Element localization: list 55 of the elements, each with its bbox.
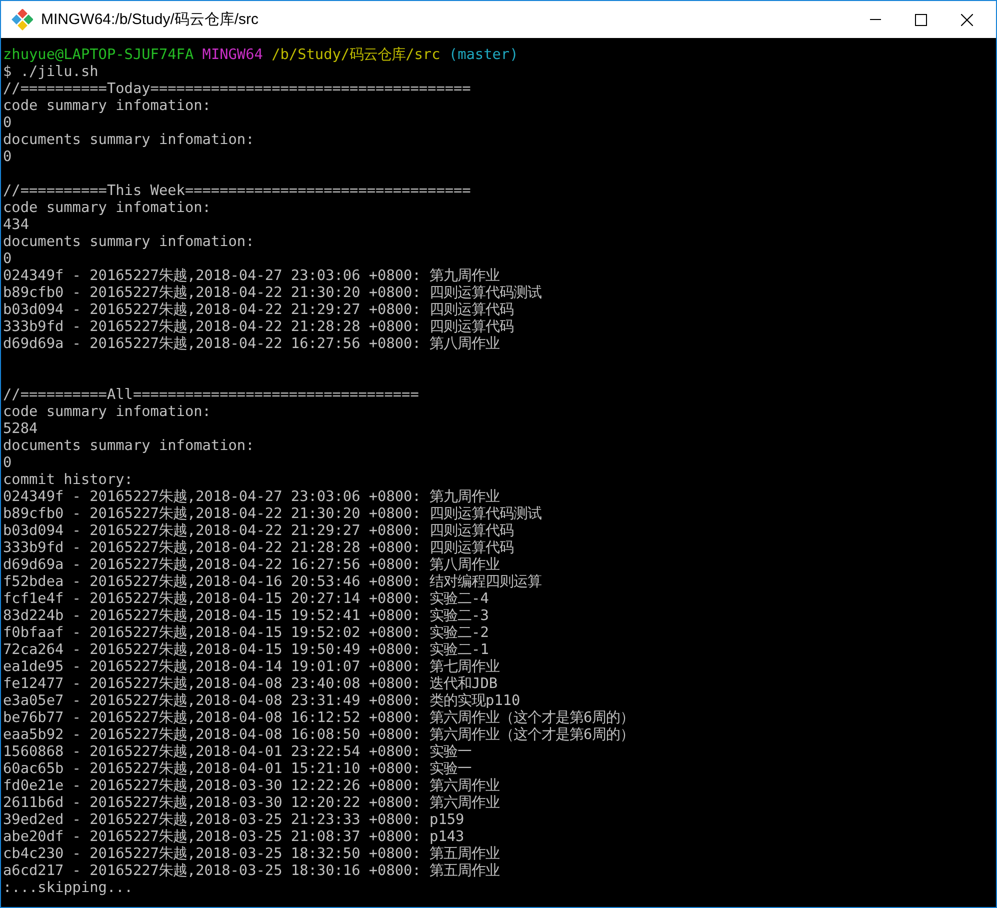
- terminal-line: fe12477 - 20165227朱越,2018-04-08 23:40:08 +0800: 迭代和JDB: [3, 676, 499, 692]
- terminal-line: 024349f - 20165227朱越,2018-04-27 23:03:06 +0800: 第九周作业: [3, 489, 501, 506]
- terminal-line: b89cfb0 - 20165227朱越,2018-04-22 21:30:20 +0800: 四则运算代码测试: [3, 506, 543, 523]
- prompt-branch: (master): [448, 47, 518, 63]
- terminal-line: be76b77 - 20165227朱越,2018-04-08 16:12:52 +0800: 第六周作业（这个才是第6周的）: [3, 710, 636, 726]
- terminal-line: :...skipping...: [3, 880, 134, 897]
- terminal-line: //==========All=================================: [3, 387, 420, 404]
- terminal-line: commit history:: [3, 472, 134, 489]
- terminal-line: b03d094 - 20165227朱越,2018-04-22 21:29:27 +0800: 四则运算代码: [3, 302, 515, 319]
- terminal-line: 333b9fd - 20165227朱越,2018-04-22 21:28:28 +0800: 四则运算代码: [3, 540, 515, 557]
- terminal-line: 434: [3, 217, 30, 234]
- terminal-line: 83d224b - 20165227朱越,2018-04-15 19:52:41 +0800: 实验二-3: [3, 608, 490, 624]
- terminal-line: d69d69a - 20165227朱越,2018-04-22 16:27:56 +0800: 第八周作业: [3, 557, 501, 574]
- terminal-line: code summary infomation:: [3, 404, 212, 421]
- terminal-line: cb4c230 - 20165227朱越,2018-03-25 18:32:50 +0800: 第五周作业: [3, 846, 501, 863]
- terminal-line: 333b9fd - 20165227朱越,2018-04-22 21:28:28 +0800: 四则运算代码: [3, 319, 515, 336]
- terminal-line: code summary infomation:: [3, 98, 212, 115]
- prompt-path: /b/Study/码云仓库/src: [272, 47, 440, 63]
- terminal-line: 0: [3, 455, 13, 472]
- terminal-line: 0: [3, 115, 13, 132]
- terminal-line: b89cfb0 - 20165227朱越,2018-04-22 21:30:20 +0800: 四则运算代码测试: [3, 285, 543, 302]
- terminal-line: documents summary infomation:: [3, 234, 256, 251]
- terminal-line: code summary infomation:: [3, 200, 212, 217]
- app-logo-icon: [11, 8, 33, 30]
- terminal-line: //==========Today=====================================: [3, 81, 472, 98]
- prompt-system: MINGW64: [202, 47, 263, 63]
- terminal-line: abe20df - 20165227朱越,2018-03-25 21:08:37 +0800: p143: [3, 829, 466, 846]
- minimize-icon: [870, 19, 880, 20]
- terminal-line: eaa5b92 - 20165227朱越,2018-04-08 16:08:50 +0800: 第六周作业（这个才是第6周的）: [3, 727, 636, 744]
- prompt-user: zhuyue@LAPTOP-SJUF74FA: [3, 47, 194, 63]
- terminal-line: 60ac65b - 20165227朱越,2018-04-01 15:21:10 +0800: 实验一: [3, 761, 473, 778]
- terminal-line: 5284: [3, 421, 39, 438]
- terminal-line: 2611b6d - 20165227朱越,2018-03-30 12:20:22 +0800: 第六周作业: [3, 795, 501, 812]
- close-icon: [961, 14, 973, 26]
- terminal-line: b03d094 - 20165227朱越,2018-04-22 21:29:27 +0800: 四则运算代码: [3, 523, 515, 540]
- window-title: MINGW64:/b/Study/码云仓库/src: [41, 10, 260, 29]
- maximize-icon: [915, 14, 927, 26]
- terminal-line: d69d69a - 20165227朱越,2018-04-22 16:27:56 +0800: 第八周作业: [3, 336, 501, 353]
- terminal-line: //==========This Week=================================: [3, 183, 472, 200]
- terminal-line: ea1de95 - 20165227朱越,2018-04-14 19:01:07 +0800: 第七周作业: [3, 659, 501, 676]
- terminal-line: f52bdea - 20165227朱越,2018-04-16 20:53:46 +0800: 结对编程四则运算: [3, 574, 543, 590]
- terminal-line: fd0e21e - 20165227朱越,2018-03-30 12:22:26 +0800: 第六周作业: [3, 778, 501, 794]
- terminal-line: $ ./jilu.sh: [3, 64, 100, 81]
- terminal-line: fcf1e4f - 20165227朱越,2018-04-15 20:27:14 +0800: 实验二-4: [3, 591, 490, 608]
- terminal-line: documents summary infomation:: [3, 132, 256, 149]
- terminal-line: 024349f - 20165227朱越,2018-04-27 23:03:06 +0800: 第九周作业: [3, 268, 501, 285]
- terminal-line: 1560868 - 20165227朱越,2018-04-01 23:22:54 +0800: 实验一: [3, 744, 473, 760]
- terminal-line: e3a05e7 - 20165227朱越,2018-04-08 23:31:49 +0800: 类的实现p110: [3, 693, 522, 710]
- terminal-line: documents summary infomation:: [3, 438, 256, 455]
- terminal-line: 0: [3, 149, 13, 166]
- terminal-line: 0: [3, 251, 13, 268]
- terminal-line: a6cd217 - 20165227朱越,2018-03-25 18:30:16 +0800: 第五周作业: [3, 863, 501, 880]
- terminal-line: f0bfaaf - 20165227朱越,2018-04-15 19:52:02 +0800: 实验二-2: [3, 625, 490, 642]
- terminal-line: 72ca264 - 20165227朱越,2018-04-15 19:50:49 +0800: 实验二-1: [3, 642, 490, 659]
- terminal-line: 39ed2ed - 20165227朱越,2018-03-25 21:23:33 +0800: p159: [3, 812, 466, 829]
